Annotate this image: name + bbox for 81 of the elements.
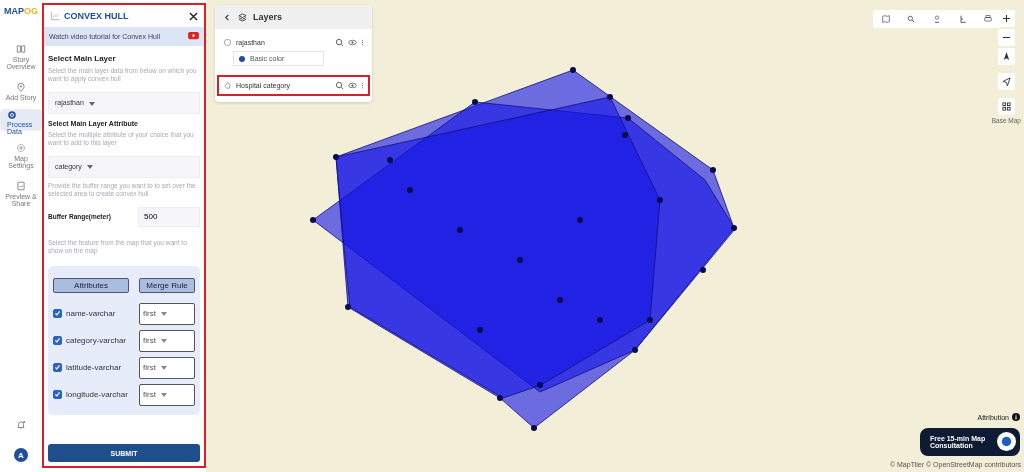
point-marker xyxy=(647,317,653,323)
attribute-name: name-varchar xyxy=(66,309,117,318)
point-marker xyxy=(531,425,537,431)
point-marker xyxy=(407,187,413,193)
point-marker xyxy=(557,297,563,303)
section-heading: Select Main Layer xyxy=(48,54,117,63)
checkbox[interactable] xyxy=(53,363,62,372)
base-map-button[interactable] xyxy=(997,98,1015,115)
attribute-name: latitude-varchar xyxy=(66,363,123,372)
chat-icon xyxy=(997,432,1016,451)
search-icon[interactable] xyxy=(907,15,916,23)
merge-rule-dropdown[interactable]: first xyxy=(139,356,195,379)
layers-title: Layers xyxy=(253,12,283,22)
point-marker xyxy=(497,395,503,401)
point-marker xyxy=(632,347,638,353)
compass-icon xyxy=(1001,52,1011,61)
gear-icon xyxy=(7,110,17,120)
eye-icon[interactable] xyxy=(348,38,357,47)
panel-title: CONVEX HULL xyxy=(64,11,130,21)
attribute-name: category-varchar xyxy=(66,336,128,345)
zoom-icon[interactable] xyxy=(335,81,344,90)
merge-rule-dropdown[interactable]: first xyxy=(139,329,195,352)
merge-rule-dropdown[interactable]: first xyxy=(139,302,195,325)
cog-icon xyxy=(16,143,26,153)
checkbox[interactable] xyxy=(53,390,62,399)
point-marker xyxy=(657,197,663,203)
checkbox[interactable] xyxy=(53,336,62,345)
point-marker xyxy=(477,327,483,333)
caret-icon xyxy=(160,392,167,397)
bell-icon[interactable] xyxy=(16,420,26,430)
point-marker xyxy=(537,382,543,388)
logo: MAPOG xyxy=(4,6,38,16)
merge-rule-dropdown[interactable]: first xyxy=(139,383,195,406)
point-marker xyxy=(625,115,631,121)
back-icon[interactable] xyxy=(223,12,232,22)
caret-icon xyxy=(160,338,167,343)
point-marker xyxy=(577,217,583,223)
point-marker xyxy=(310,217,316,223)
header-button[interactable]: Merge Rule xyxy=(139,277,195,293)
point-marker xyxy=(333,154,339,160)
caret-icon xyxy=(160,311,167,316)
info-icon[interactable] xyxy=(1012,413,1020,421)
grid-icon xyxy=(1001,102,1011,111)
location-arrow-icon xyxy=(1001,77,1011,86)
point-marker xyxy=(700,267,706,273)
eye-icon[interactable] xyxy=(348,81,357,90)
buffer-input[interactable]: 500 xyxy=(138,206,200,227)
layers-icon xyxy=(238,12,247,22)
zoom-icon[interactable] xyxy=(335,38,344,47)
point-marker xyxy=(607,94,613,100)
point-marker xyxy=(345,304,351,310)
locate-button[interactable] xyxy=(997,73,1015,90)
header-button[interactable]: Attributes xyxy=(53,277,129,293)
compass-button[interactable] xyxy=(997,48,1015,65)
more-icon[interactable] xyxy=(361,81,364,90)
close-button[interactable] xyxy=(189,11,198,21)
caret-icon xyxy=(160,365,167,370)
avatar[interactable]: A xyxy=(14,448,28,462)
point-marker xyxy=(570,67,576,73)
video-icon[interactable] xyxy=(188,32,199,41)
ruler-icon[interactable] xyxy=(958,15,967,23)
caret-icon xyxy=(86,165,93,170)
zoom-out-button[interactable] xyxy=(997,29,1015,46)
point-marker xyxy=(710,167,716,173)
caret-icon xyxy=(88,101,95,106)
book-icon xyxy=(16,44,26,54)
point-marker xyxy=(731,225,737,231)
point-marker xyxy=(472,99,478,105)
point-marker xyxy=(387,157,393,163)
print-icon[interactable] xyxy=(984,15,993,23)
person-pin-icon[interactable] xyxy=(933,15,941,23)
point-marker xyxy=(622,132,628,138)
map-icon[interactable] xyxy=(881,15,890,23)
attribute-name: longitude-varchar xyxy=(66,390,129,399)
checkbox[interactable] xyxy=(53,309,62,318)
plus-icon xyxy=(1001,14,1011,23)
more-icon[interactable] xyxy=(361,38,364,47)
point-marker xyxy=(457,227,463,233)
point-marker xyxy=(517,257,523,263)
chart-icon xyxy=(50,11,60,21)
point-marker xyxy=(597,317,603,323)
